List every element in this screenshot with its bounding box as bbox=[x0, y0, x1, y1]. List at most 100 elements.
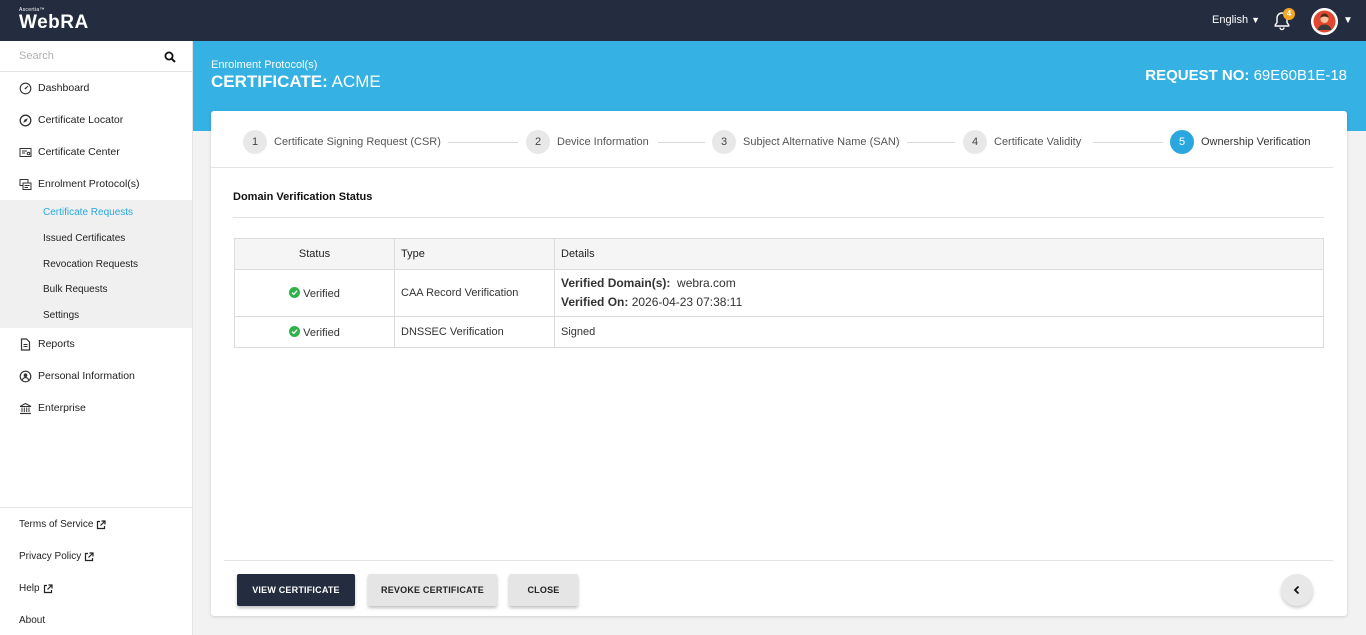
section-divider bbox=[233, 217, 1324, 218]
sidebar-item-label: Dashboard bbox=[38, 82, 90, 94]
back-button[interactable] bbox=[1281, 574, 1313, 606]
document-icon bbox=[20, 337, 31, 351]
submenu-bulk-requests[interactable]: Bulk Requests bbox=[43, 284, 107, 295]
step-label: Ownership Verification bbox=[1201, 136, 1311, 148]
submenu-certificate-requests[interactable]: Certificate Requests bbox=[43, 207, 133, 218]
sidebar-item-label: Personal Information bbox=[38, 370, 135, 382]
search-input[interactable] bbox=[19, 50, 159, 62]
language-label: English bbox=[1212, 14, 1249, 26]
verified-domains-value: webra.com bbox=[677, 276, 736, 290]
close-button[interactable]: Close bbox=[509, 574, 578, 606]
status-cell: Verified bbox=[234, 316, 395, 348]
sidebar-item-reports[interactable]: Reports bbox=[0, 328, 192, 360]
privacy-policy-label: Privacy Policy bbox=[19, 551, 82, 562]
step-ownership-verification[interactable]: 5 Ownership Verification bbox=[1170, 130, 1310, 154]
language-selector[interactable]: English ▼ bbox=[1212, 14, 1260, 26]
step-label: Device Information bbox=[557, 136, 649, 148]
revoke-certificate-button[interactable]: Revoke Certificate bbox=[368, 574, 497, 606]
view-certificate-button[interactable]: View Certificate bbox=[237, 574, 355, 606]
details-cell: Verified Domain(s): webra.com Verified O… bbox=[554, 269, 1324, 317]
sidebar-item-enterprise[interactable]: Enterprise bbox=[0, 392, 192, 424]
breadcrumb[interactable]: Enrolment Protocol(s) bbox=[211, 59, 317, 71]
user-avatar-icon bbox=[1311, 8, 1338, 35]
submenu-revocation-requests[interactable]: Revocation Requests bbox=[43, 259, 138, 270]
external-link-icon bbox=[43, 583, 53, 593]
step-san[interactable]: 3 Subject Alternative Name (SAN) bbox=[712, 130, 900, 154]
step-number: 3 bbox=[712, 130, 736, 154]
sidebar-item-enrolment-protocols[interactable]: Enrolment Protocol(s) bbox=[0, 168, 192, 200]
verified-domains-line: Verified Domain(s): webra.com bbox=[561, 274, 1317, 293]
step-number: 1 bbox=[243, 130, 267, 154]
chevron-down-icon: ▼ bbox=[1251, 15, 1260, 25]
external-link-icon bbox=[85, 551, 94, 561]
table-row: Verified CAA Record Verification Verifie… bbox=[234, 269, 1324, 317]
request-number-value: 69E60B1E-18 bbox=[1253, 67, 1347, 84]
step-label: Certificate Signing Request (CSR) bbox=[274, 136, 441, 148]
sidebar-submenu: Certificate Requests Issued Certificates… bbox=[0, 200, 192, 328]
sidebar-item-label: Reports bbox=[38, 338, 75, 350]
protocol-icon bbox=[19, 178, 32, 190]
chevron-left-icon bbox=[1293, 585, 1300, 595]
webra-logo[interactable]: Ascertia™ WebRA bbox=[19, 7, 89, 33]
sidebar-item-label: Enrolment Protocol(s) bbox=[38, 178, 140, 190]
submenu-issued-certificates[interactable]: Issued Certificates bbox=[43, 233, 125, 244]
request-number-label: REQUEST NO: bbox=[1145, 67, 1250, 84]
sidebar-item-certificate-locator[interactable]: Certificate Locator bbox=[0, 104, 192, 136]
type-cell: CAA Record Verification bbox=[394, 269, 555, 317]
avatar[interactable] bbox=[1311, 8, 1338, 35]
column-header-details: Details bbox=[554, 238, 1324, 270]
request-number: REQUEST NO: 69E60B1E-18 bbox=[1145, 67, 1347, 84]
section-title: Domain Verification Status bbox=[233, 191, 373, 203]
verified-domains-label: Verified Domain(s): bbox=[561, 276, 671, 290]
step-csr[interactable]: 1 Certificate Signing Request (CSR) bbox=[243, 130, 441, 154]
step-connector bbox=[658, 142, 705, 143]
step-connector bbox=[1093, 142, 1163, 143]
sidebar-item-label: Certificate Locator bbox=[38, 114, 124, 126]
sidebar-item-label: Enterprise bbox=[38, 402, 86, 414]
search-icon[interactable] bbox=[164, 51, 176, 63]
details-cell: Signed bbox=[554, 316, 1324, 348]
step-number: 2 bbox=[526, 130, 550, 154]
table-header-row: Status Type Details bbox=[234, 238, 1324, 270]
terms-of-service-link[interactable]: Terms of Service bbox=[19, 519, 107, 530]
profile-chevron-icon[interactable]: ▼ bbox=[1343, 15, 1353, 26]
status-cell: Verified bbox=[234, 269, 395, 317]
verified-on-line: Verified On: 2026-04-23 07:38:11 bbox=[561, 293, 1317, 312]
compass-icon bbox=[19, 114, 32, 126]
certificate-label: CERTIFICATE: bbox=[211, 72, 328, 91]
step-label: Certificate Validity bbox=[994, 136, 1082, 148]
dashboard-icon bbox=[19, 82, 32, 94]
column-header-status: Status bbox=[234, 238, 395, 270]
certificate-value: ACME bbox=[331, 72, 381, 91]
check-circle-icon bbox=[289, 325, 301, 337]
domain-verification-table: Status Type Details Verified CAA Record … bbox=[234, 238, 1324, 348]
check-circle-icon bbox=[289, 286, 301, 298]
external-link-icon bbox=[97, 519, 107, 529]
verified-on-value: 2026-04-23 07:38:11 bbox=[631, 295, 743, 309]
user-circle-icon bbox=[19, 370, 32, 382]
sidebar-item-personal-information[interactable]: Personal Information bbox=[0, 360, 192, 392]
sidebar-item-label: Certificate Center bbox=[38, 146, 120, 158]
status-text: Verified bbox=[303, 326, 340, 339]
sidebar-item-certificate-center[interactable]: Certificate Center bbox=[0, 136, 192, 168]
bank-icon bbox=[19, 402, 32, 414]
help-link[interactable]: Help bbox=[19, 583, 53, 594]
sidebar: Dashboard Certificate Locator Certificat… bbox=[0, 41, 193, 635]
search-box bbox=[0, 41, 192, 72]
step-certificate-validity[interactable]: 4 Certificate Validity bbox=[963, 130, 1081, 154]
step-connector bbox=[907, 142, 955, 143]
step-number: 4 bbox=[963, 130, 987, 154]
sidebar-footer-divider bbox=[0, 507, 192, 508]
top-bar: Ascertia™ WebRA English ▼ 4 ▼ bbox=[0, 0, 1366, 41]
terms-of-service-label: Terms of Service bbox=[19, 519, 94, 530]
step-device-information[interactable]: 2 Device Information bbox=[526, 130, 649, 154]
submenu-settings[interactable]: Settings bbox=[43, 310, 79, 321]
stepper: 1 Certificate Signing Request (CSR) 2 De… bbox=[211, 111, 1333, 168]
about-link[interactable]: About bbox=[19, 615, 45, 626]
certificate-icon bbox=[19, 147, 32, 157]
status-text: Verified bbox=[303, 287, 340, 300]
sidebar-item-dashboard[interactable]: Dashboard bbox=[0, 72, 192, 104]
column-header-type: Type bbox=[394, 238, 555, 270]
footer-divider bbox=[224, 560, 1333, 561]
privacy-policy-link[interactable]: Privacy Policy bbox=[19, 551, 94, 562]
